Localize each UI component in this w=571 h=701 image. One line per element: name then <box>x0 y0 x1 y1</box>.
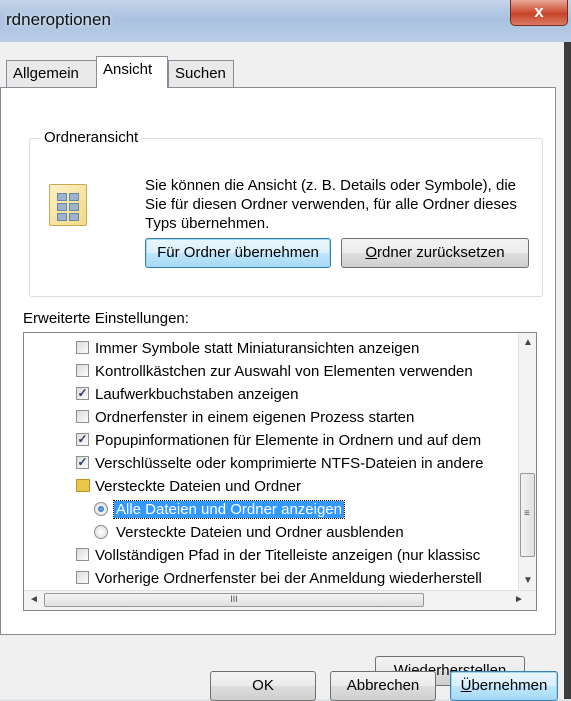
checkbox[interactable] <box>76 341 89 354</box>
grip-icon: III <box>230 594 238 604</box>
tab-search-label: Suchen <box>175 65 226 82</box>
apply-accel: Ü <box>460 677 472 694</box>
list-item-label: Vollständigen Pfad in der Titelleiste an… <box>95 547 481 564</box>
list-item-label: Laufwerkbuchstaben anzeigen <box>95 386 299 403</box>
ok-label: OK <box>252 677 274 694</box>
list-item-label-selected: Alle Dateien und Ordner anzeigen <box>113 500 345 519</box>
reset-folders-label: rdner zurücksetzen <box>377 244 505 261</box>
tab-general-label: Allgemein <box>13 65 79 82</box>
folder-view-description: Sie können die Ansicht (z. B. Details od… <box>145 177 517 232</box>
list-item-label: Ordnerfenster in einem eigenen Prozess s… <box>95 409 415 426</box>
list-item-label: Versteckte Dateien und Ordner ausblenden <box>116 524 404 541</box>
dialog-client: Allgemein Ansicht Suchen Ordneransicht S… <box>0 42 564 701</box>
folder-view-icon <box>49 184 87 226</box>
apply-label: bernehmen <box>471 677 548 694</box>
scroll-right-icon[interactable]: ► <box>514 594 524 605</box>
horizontal-scroll-thumb[interactable]: III <box>44 593 424 607</box>
checkbox[interactable] <box>76 571 89 584</box>
reset-folders-accel: O <box>365 244 378 261</box>
cancel-button[interactable]: Abbrechen <box>330 671 436 701</box>
reset-folders-button[interactable]: Ordner zurücksetzen <box>341 238 529 268</box>
checkbox[interactable] <box>76 410 89 423</box>
horizontal-scrollbar[interactable]: ◄ III ► <box>24 590 536 610</box>
grip-icon: ≡ <box>524 508 530 519</box>
checkbox[interactable] <box>76 548 89 561</box>
scroll-left-icon[interactable]: ◄ <box>29 594 39 605</box>
vertical-scrollbar[interactable]: ▲ ≡ ▼ <box>518 333 536 591</box>
folder-icon <box>76 479 90 492</box>
vertical-scroll-thumb[interactable]: ≡ <box>520 473 535 557</box>
list-item-label: Verschlüsselte oder komprimierte NTFS-Da… <box>95 455 484 472</box>
apply-to-folders-label: Für Ordner übernehmen <box>157 244 319 261</box>
scroll-up-icon[interactable]: ▲ <box>523 337 533 348</box>
title-bar: rdneroptionen x <box>0 0 571 43</box>
folder-view-group-label: Ordneransicht <box>41 129 142 146</box>
window-frame-edge <box>564 42 571 699</box>
list-item-label: Kontrollkästchen zur Auswahl von Element… <box>95 363 473 380</box>
close-button[interactable]: x <box>510 0 568 26</box>
radio-selected[interactable] <box>94 502 108 516</box>
list-item-label: Versteckte Dateien und Ordner <box>95 478 301 495</box>
radio[interactable] <box>94 525 108 539</box>
tab-panel-view: Ordneransicht Sie können die Ansicht (z.… <box>0 87 556 686</box>
ok-button[interactable]: OK <box>210 671 316 701</box>
apply-button[interactable]: Übernehmen <box>450 671 558 701</box>
list-item-label: Immer Symbole statt Miniaturansichten an… <box>95 340 420 357</box>
window-title: rdneroptionen <box>6 10 111 29</box>
tab-view-label: Ansicht <box>103 61 153 78</box>
checkbox-checked[interactable]: ✓ <box>76 433 89 446</box>
apply-to-folders-button[interactable]: Für Ordner übernehmen <box>145 238 331 268</box>
checkbox[interactable] <box>76 364 89 377</box>
list-item-label: Vorherige Ordnerfenster bei der Anmeldun… <box>95 570 482 587</box>
cancel-label: Abbrechen <box>346 677 420 694</box>
checkbox-checked[interactable]: ✓ <box>76 387 89 400</box>
advanced-settings-label: Erweiterte Einstellungen: <box>23 310 189 327</box>
checkbox-checked[interactable]: ✓ <box>76 456 89 469</box>
advanced-settings-list[interactable]: Immer Symbole statt Miniaturansichten an… <box>23 332 537 611</box>
scroll-down-icon[interactable]: ▼ <box>523 575 533 586</box>
tab-search[interactable]: Suchen <box>168 60 234 87</box>
list-item-label: Popupinformationen für Elemente in Ordne… <box>95 432 482 449</box>
tab-general[interactable]: Allgemein <box>6 60 97 87</box>
close-icon: x <box>534 2 544 21</box>
tab-view[interactable]: Ansicht <box>96 56 168 88</box>
